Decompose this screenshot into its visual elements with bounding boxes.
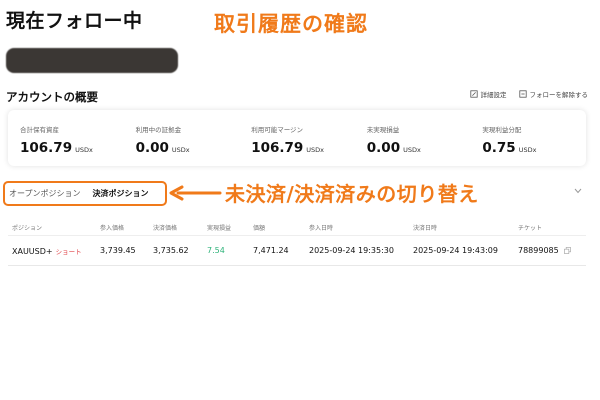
account-overview-title: アカウントの概要 xyxy=(6,90,98,104)
position-value: 7,471.24 xyxy=(253,246,289,255)
annotation-tab-switch: 未決済/決済済みの切り替え xyxy=(225,182,479,206)
chevron-down-icon[interactable] xyxy=(574,188,582,194)
stat-value: 0.00 xyxy=(135,140,169,156)
entry-price: 3,739.45 xyxy=(100,246,136,255)
redacted-account-name xyxy=(6,48,178,73)
stat-value: 106.79 xyxy=(251,140,304,156)
annotation-arrow-icon xyxy=(169,185,222,201)
stat-label: 実現利益分配 xyxy=(482,126,522,134)
col-realized-pnl: 実現損益 xyxy=(207,225,232,232)
col-position: ポジション xyxy=(12,225,43,232)
exit-price: 3,735.62 xyxy=(153,246,189,255)
stat-unit: USDx xyxy=(75,146,93,154)
stat-label: 利用可能マージン xyxy=(251,126,304,134)
stat-unrealized-pnl: 未実現損益 0.00 USDx xyxy=(355,110,471,166)
ticket-number: 78899085 xyxy=(518,246,559,255)
exit-time: 2025-09-24 19:43:09 xyxy=(413,246,498,255)
stat-total-assets: 合計保有資産 106.79 USDx xyxy=(8,110,124,166)
page-title: 現在フォロー中 xyxy=(6,10,143,32)
symbol: XAUUSD+ xyxy=(12,246,53,256)
entry-time: 2025-09-24 19:35:30 xyxy=(309,246,394,255)
account-actions: 詳細設定 フォローを解除する xyxy=(469,89,589,99)
unfollow-link[interactable]: フォローを解除する xyxy=(518,89,589,99)
col-value: 価額 xyxy=(253,225,266,232)
stat-label: 未実現損益 xyxy=(366,126,400,134)
closed-positions-table: ポジション 参入価格 決済価格 実現損益 価額 参入日時 決済日時 チケット X… xyxy=(8,220,586,266)
col-exit-time: 決済日時 xyxy=(413,225,438,232)
stat-unit: USDx xyxy=(171,146,190,154)
stat-used-margin: 利用中の証拠金 0.00 USDx xyxy=(124,110,240,166)
stat-value: 0.00 xyxy=(366,140,401,156)
edit-icon xyxy=(469,90,478,98)
stat-unit: USDx xyxy=(403,146,421,154)
stat-value: 0.75 xyxy=(482,140,516,156)
stat-unit: USDx xyxy=(518,146,537,154)
annotation-title: 取引履歴の確認 xyxy=(214,12,368,36)
col-entry-price: 参入価格 xyxy=(100,225,125,232)
tab-open-positions[interactable]: オープンポジション xyxy=(9,188,81,199)
details-settings-label: 詳細設定 xyxy=(480,91,507,99)
stat-label: 利用中の証拠金 xyxy=(135,126,182,134)
col-entry-time: 参入日時 xyxy=(309,225,334,232)
stat-label: 合計保有資産 xyxy=(20,126,59,134)
side-badge: ショート xyxy=(55,247,82,256)
table-row[interactable]: XAUUSD+ ショート 3,739.45 3,735.62 7.54 7,471… xyxy=(8,236,586,266)
unfollow-icon xyxy=(518,90,527,98)
tab-closed-positions[interactable]: 決済ポジション xyxy=(93,188,149,199)
realized-pnl: 7.54 xyxy=(207,246,225,255)
stat-unit: USDx xyxy=(306,146,325,154)
stat-realized-profit-share: 実現利益分配 0.75 USDx xyxy=(470,110,586,166)
stat-available-margin: 利用可能マージン 106.79 USDx xyxy=(239,110,355,166)
col-ticket: チケット xyxy=(518,225,543,232)
position-tabs-highlight: オープンポジション 決済ポジション xyxy=(3,181,167,206)
account-summary-card: 合計保有資産 106.79 USDx 利用中の証拠金 0.00 USDx 利用可能マ… xyxy=(8,110,586,166)
stat-value: 106.79 xyxy=(20,140,73,156)
table-header: ポジション 参入価格 決済価格 実現損益 価額 参入日時 決済日時 チケット xyxy=(8,220,586,236)
details-settings-link[interactable]: 詳細設定 xyxy=(469,89,507,99)
copy-icon[interactable] xyxy=(564,247,572,254)
unfollow-label: フォローを解除する xyxy=(529,91,589,99)
col-exit-price: 決済価格 xyxy=(153,225,178,232)
